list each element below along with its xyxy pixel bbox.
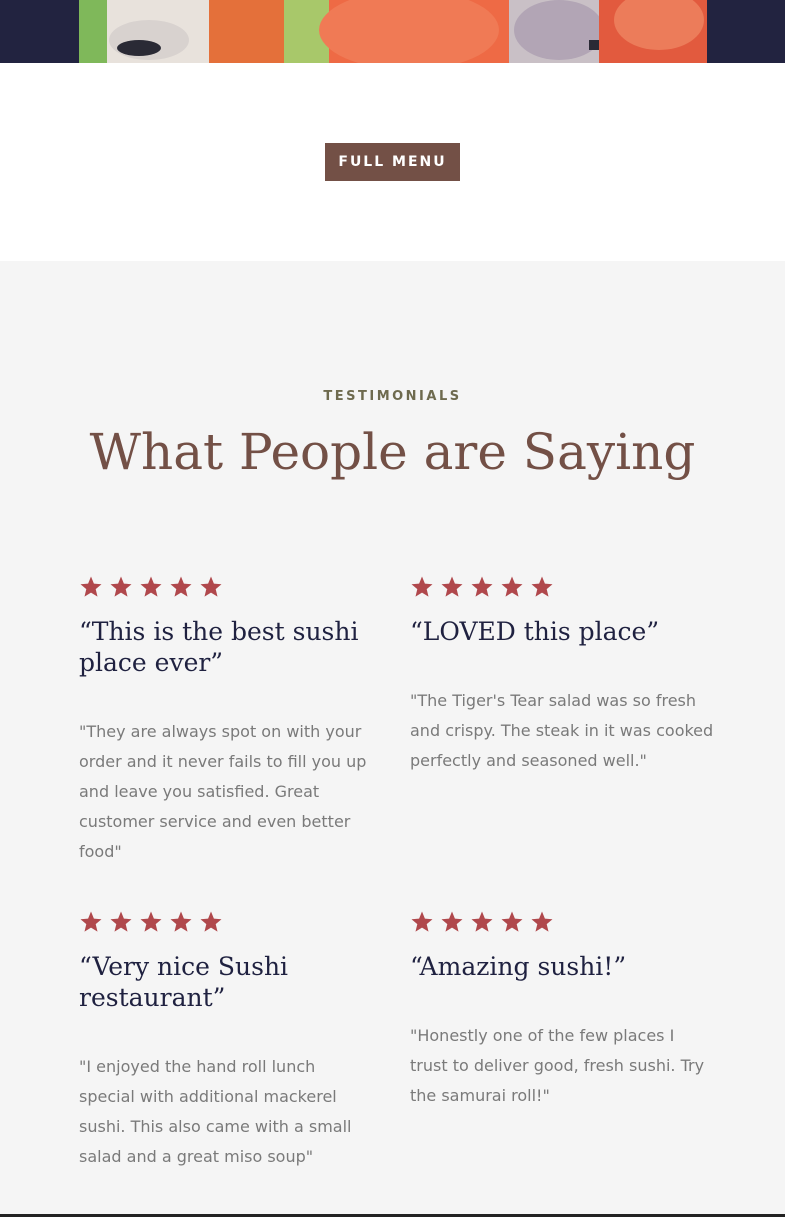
full-menu-button[interactable]: FULL MENU <box>325 143 460 181</box>
testimonial-body: "The Tiger's Tear salad was so fresh and… <box>410 691 714 770</box>
star-icon <box>500 575 524 599</box>
star-icon <box>199 910 223 934</box>
star-icon <box>109 910 133 934</box>
star-icon <box>199 575 223 599</box>
section-eyebrow: TESTIMONIALS <box>323 389 462 404</box>
hero-band <box>0 0 785 63</box>
star-icon <box>410 910 434 934</box>
star-icon <box>530 575 554 599</box>
rating-stars <box>410 909 710 935</box>
testimonial-body: "They are always spot on with your order… <box>79 722 367 861</box>
star-icon <box>530 910 554 934</box>
rating-stars <box>79 574 379 600</box>
testimonial-card: “Very nice Sushi restaurant” "I enjoyed … <box>79 909 379 1172</box>
star-icon <box>139 910 163 934</box>
testimonial-title: “Amazing sushi!” <box>410 952 627 981</box>
testimonial-card: “Amazing sushi!” "Honestly one of the fe… <box>410 909 710 1111</box>
star-icon <box>410 575 434 599</box>
star-icon <box>109 575 133 599</box>
testimonial-body: "Honestly one of the few places I trust … <box>410 1026 705 1105</box>
star-icon <box>470 910 494 934</box>
testimonial-card: “LOVED this place” "The Tiger's Tear sal… <box>410 574 713 776</box>
star-icon <box>169 575 193 599</box>
testimonial-body: "I enjoyed the hand roll lunch special w… <box>79 1057 352 1166</box>
star-icon <box>470 575 494 599</box>
rating-stars <box>79 909 379 935</box>
testimonials-section: TESTIMONIALS What People are Saying “Thi… <box>0 261 785 1215</box>
star-icon <box>169 910 193 934</box>
star-icon <box>79 575 103 599</box>
testimonial-card: “This is the best sushi place ever” "The… <box>79 574 379 867</box>
star-icon <box>500 910 524 934</box>
star-icon <box>139 575 163 599</box>
star-icon <box>440 575 464 599</box>
rating-stars <box>410 574 710 600</box>
section-title: What People are Saying <box>89 423 696 481</box>
testimonial-title: “LOVED this place” <box>410 617 660 646</box>
menu-section: FULL MENU <box>0 63 785 261</box>
star-icon <box>440 910 464 934</box>
testimonial-title: “This is the best sushi place ever” <box>79 617 359 677</box>
testimonial-title: “Very nice Sushi restaurant” <box>79 952 289 1012</box>
sushi-photo <box>79 0 707 63</box>
star-icon <box>79 910 103 934</box>
